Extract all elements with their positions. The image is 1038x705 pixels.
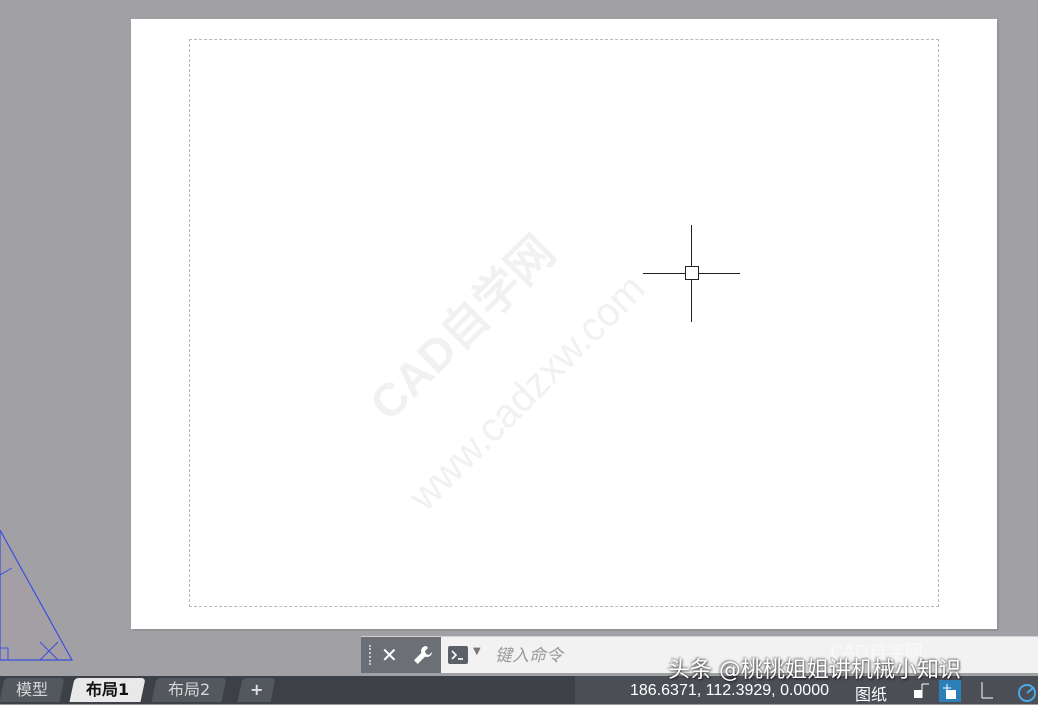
tab-layout2-label: 布局2 bbox=[168, 680, 211, 699]
command-line-tools: ✕ bbox=[361, 637, 441, 673]
command-prompt-icon[interactable] bbox=[447, 644, 469, 666]
add-layout-label: + bbox=[250, 680, 264, 699]
close-icon[interactable]: ✕ bbox=[381, 643, 398, 667]
add-layout-button[interactable]: + bbox=[237, 678, 276, 702]
tab-model-label: 模型 bbox=[16, 680, 49, 699]
tab-layout1-label: 布局1 bbox=[86, 680, 130, 699]
layout-tabs: 模型 布局1 布局2 + bbox=[0, 676, 575, 704]
triangle-drawing[interactable] bbox=[0, 530, 80, 665]
paper-space-toggle[interactable]: 图纸 bbox=[855, 681, 887, 705]
triangle-shape[interactable] bbox=[0, 530, 74, 661]
printable-area-border bbox=[189, 39, 939, 607]
layout-paper[interactable] bbox=[131, 19, 997, 629]
pickbox bbox=[685, 266, 699, 280]
ortho-icon[interactable] bbox=[975, 680, 997, 702]
chevron-down-icon[interactable]: ▼ bbox=[473, 646, 481, 657]
polar-icon[interactable] bbox=[1015, 680, 1037, 702]
drawing-viewport[interactable]: CAD自学网 www.cadzxw.com bbox=[0, 0, 1038, 676]
crosshair-cursor bbox=[643, 225, 740, 322]
overlay-caption: 头条 @桃桃姐姐讲机械小知识 bbox=[668, 658, 961, 683]
wrench-icon[interactable] bbox=[411, 643, 435, 667]
coordinate-readout[interactable]: 186.6371, 112.3929, 0.0000 bbox=[630, 682, 829, 700]
tab-model[interactable]: 模型 bbox=[0, 678, 65, 702]
drag-grip[interactable] bbox=[369, 645, 373, 665]
tab-layout1[interactable]: 布局1 bbox=[69, 678, 146, 702]
tab-layout2[interactable]: 布局2 bbox=[151, 678, 227, 702]
